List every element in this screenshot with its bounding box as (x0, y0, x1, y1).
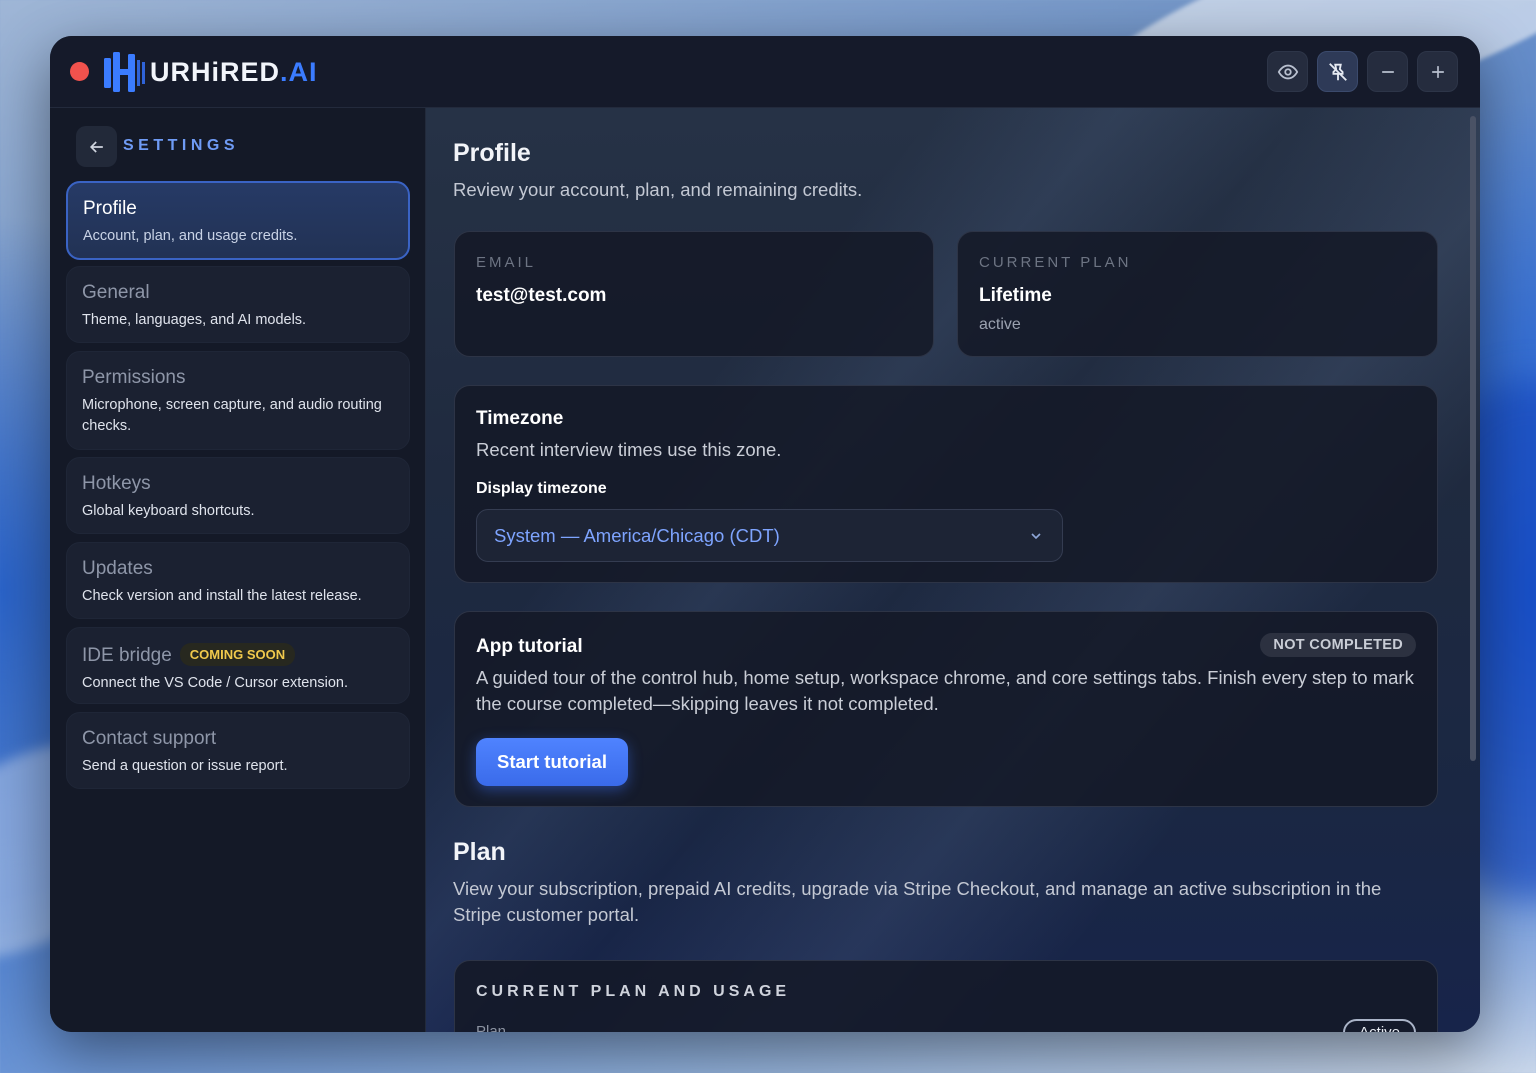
sidebar-item-ide-bridge[interactable]: IDE bridge COMING SOON Connect the VS Cod… (66, 627, 410, 704)
tutorial-desc: A guided tour of the control hub, home s… (476, 667, 1414, 714)
plan-heading: Plan (453, 838, 506, 866)
arrow-left-icon (89, 140, 103, 153)
plan-subtitle: View your subscription, prepaid AI credi… (453, 878, 1382, 925)
sidebar-item-title: Hotkeys (82, 473, 151, 494)
sidebar-item-updates[interactable]: Updates Check version and install the la… (66, 542, 410, 619)
sidebar-item-desc: Microphone, screen capture, and audio ro… (82, 397, 382, 434)
minus-icon (1381, 70, 1394, 73)
sidebar-item-hotkeys[interactable]: Hotkeys Global keyboard shortcuts. (66, 457, 410, 534)
timezone-title: Timezone (476, 408, 564, 429)
logo-mark-icon (104, 52, 145, 92)
scrollbar-thumb[interactable] (1470, 116, 1476, 761)
coming-soon-badge: COMING SOON (179, 643, 296, 666)
chevron-down-icon (1031, 533, 1041, 540)
page-subtitle: Review your account, plan, and remaining… (453, 179, 863, 200)
window-controls (1267, 51, 1458, 92)
expand-button[interactable] (1417, 51, 1458, 92)
sidebar-item-title: Contact support (82, 728, 217, 749)
sidebar-item-desc: Send a question or issue report. (82, 758, 288, 774)
minimize-button[interactable] (1367, 51, 1408, 92)
sidebar-item-title: IDE bridge COMING SOON (82, 643, 394, 667)
plus-icon (1431, 65, 1444, 78)
app-window: URHiRED.AI SETTINGS Profile Account, pla… (50, 36, 1480, 1032)
plan-status-badge: Active (1343, 1019, 1416, 1032)
main-content[interactable]: Profile Review your account, plan, and r… (426, 108, 1480, 1032)
tutorial-title: App tutorial (476, 636, 583, 657)
settings-sidebar: SETTINGS Profile Account, plan, and usag… (50, 108, 426, 1032)
timezone-field-label: Display timezone (476, 480, 607, 497)
timezone-select-value: System — America/Chicago (CDT) (494, 524, 780, 546)
close-dot-icon[interactable] (70, 62, 89, 81)
sidebar-title: SETTINGS (123, 137, 240, 154)
sidebar-item-profile[interactable]: Profile Account, plan, and usage credits… (66, 181, 410, 260)
unpin-button[interactable] (1317, 51, 1358, 92)
pin-off-icon (1328, 62, 1347, 81)
tutorial-card: App tutorial NOT COMPLETED A guided tour… (454, 611, 1438, 807)
sidebar-item-title: Profile (83, 198, 137, 219)
eye-icon (1277, 64, 1298, 79)
email-label: EMAIL (476, 254, 537, 271)
title-bar: URHiRED.AI (50, 36, 1480, 108)
plan-field-label: Plan (476, 1023, 507, 1032)
sidebar-item-contact-support[interactable]: Contact support Send a question or issue… (66, 712, 410, 789)
sidebar-item-title: Updates (82, 558, 153, 579)
sidebar-item-general[interactable]: General Theme, languages, and AI models. (66, 266, 410, 343)
logo-text: URHiRED.AI (150, 56, 318, 87)
current-plan-card: CURRENT PLAN Lifetime active (957, 231, 1438, 357)
email-value: test@test.com (476, 285, 607, 306)
plan-value: Lifetime (979, 285, 1052, 306)
sidebar-item-desc: Connect the VS Code / Cursor extension. (82, 675, 348, 691)
plan-label: CURRENT PLAN (979, 254, 1132, 271)
sidebar-item-permissions[interactable]: Permissions Microphone, screen capture, … (66, 351, 410, 450)
back-button[interactable] (76, 126, 117, 167)
tutorial-status-badge: NOT COMPLETED (1260, 633, 1416, 657)
plan-usage-card: CURRENT PLAN AND USAGE Plan Active (454, 960, 1438, 1032)
email-card: EMAIL test@test.com (454, 231, 934, 357)
timezone-select[interactable]: System — America/Chicago (CDT) (476, 509, 1063, 562)
sidebar-item-title: General (82, 282, 150, 303)
page-title: Profile (453, 139, 531, 167)
timezone-card: Timezone Recent interview times use this… (454, 385, 1438, 583)
plan-status: active (979, 316, 1021, 333)
sidebar-item-desc: Account, plan, and usage credits. (83, 228, 298, 244)
sidebar-item-title: Permissions (82, 367, 186, 388)
sidebar-item-desc: Global keyboard shortcuts. (82, 503, 255, 519)
timezone-desc: Recent interview times use this zone. (476, 439, 782, 460)
start-tutorial-button[interactable]: Start tutorial (476, 738, 628, 786)
app-logo: URHiRED.AI (100, 48, 318, 96)
sidebar-item-desc: Theme, languages, and AI models. (82, 312, 307, 328)
sidebar-item-desc: Check version and install the latest rel… (82, 588, 362, 604)
plan-usage-title: CURRENT PLAN AND USAGE (476, 983, 791, 1000)
visibility-button[interactable] (1267, 51, 1308, 92)
